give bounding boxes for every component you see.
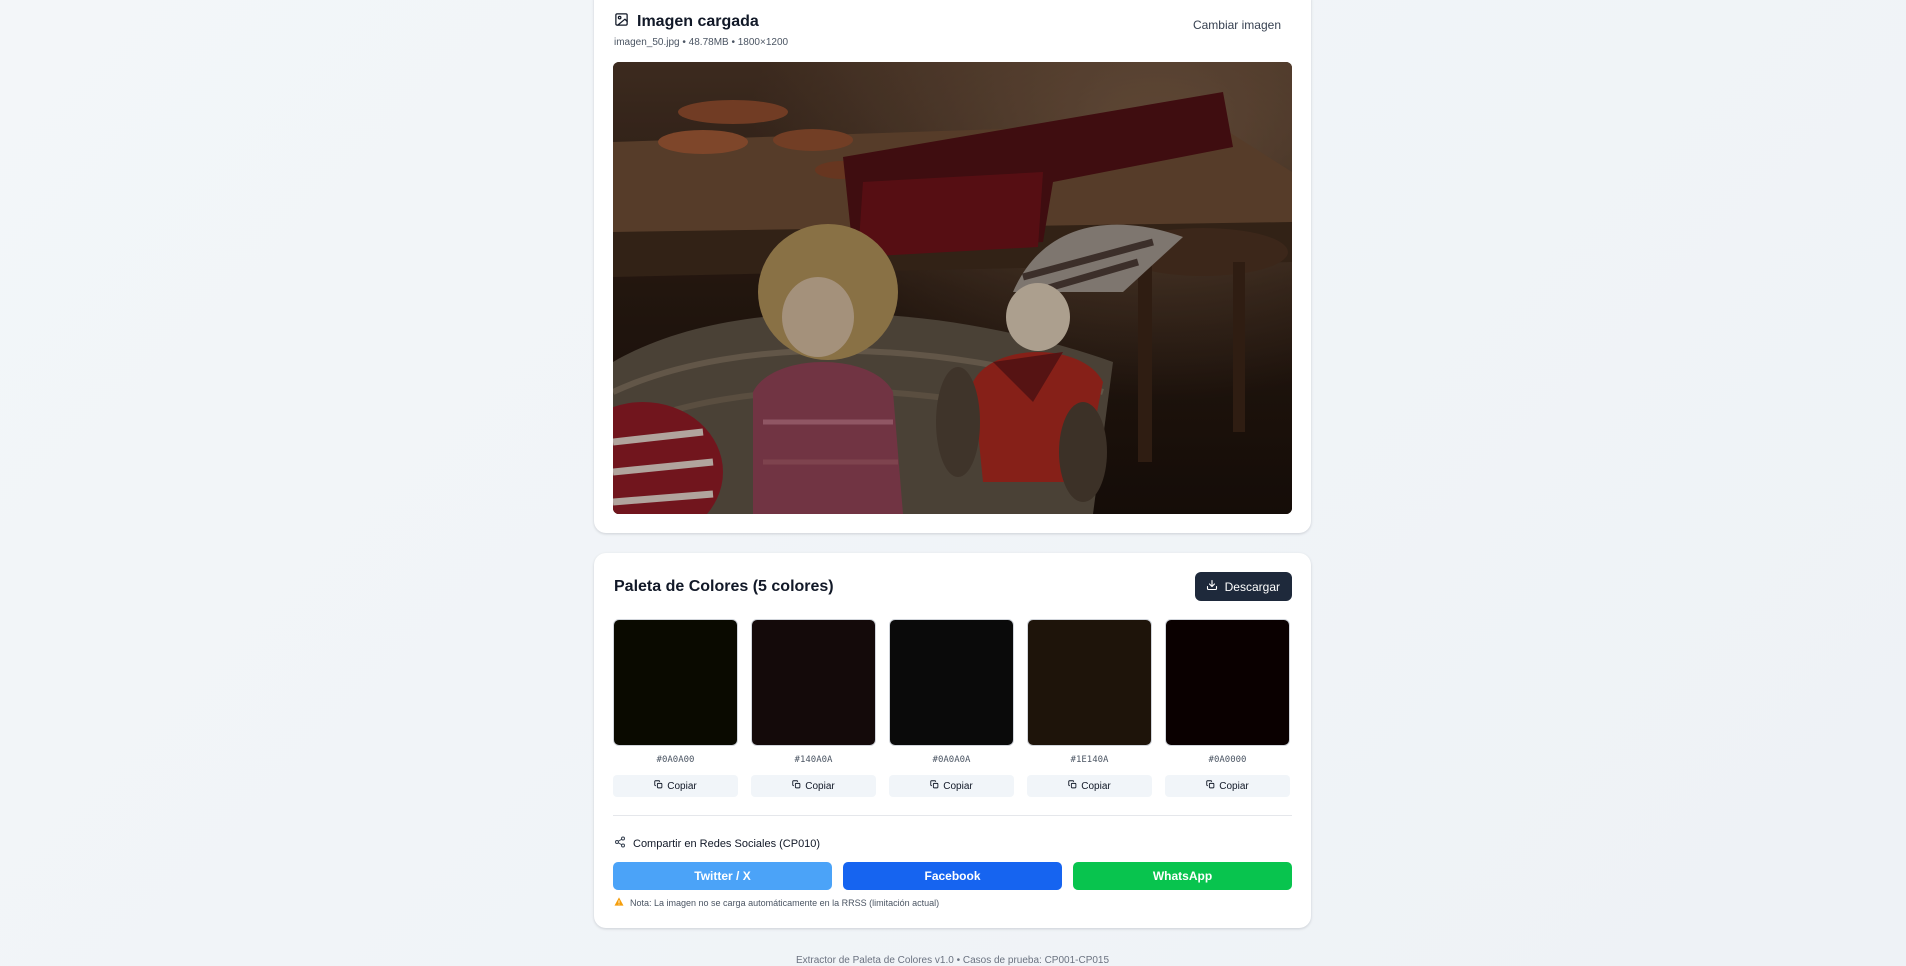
copy-icon xyxy=(930,780,939,792)
uploaded-image-preview xyxy=(613,62,1292,514)
palette-color-item: #0A0000 Copiar xyxy=(1165,619,1290,797)
copy-icon xyxy=(1068,780,1077,792)
copy-color-button[interactable]: Copiar xyxy=(889,775,1014,797)
image-icon xyxy=(614,12,629,32)
social-share-buttons: Twitter / X Facebook WhatsApp xyxy=(613,862,1292,890)
copy-icon xyxy=(792,780,801,792)
twitter-share-button[interactable]: Twitter / X xyxy=(613,862,832,890)
copy-color-button[interactable]: Copiar xyxy=(613,775,738,797)
share-note: Nota: La imagen no se carga automáticame… xyxy=(614,897,939,908)
download-icon xyxy=(1206,579,1218,594)
copy-button-label: Copiar xyxy=(943,780,973,792)
color-swatch[interactable] xyxy=(751,619,876,746)
color-swatch[interactable] xyxy=(889,619,1014,746)
warning-icon xyxy=(614,897,624,908)
palette-color-item: #1E140A Copiar xyxy=(1027,619,1152,797)
palette-color-item: #0A0A0A Copiar xyxy=(889,619,1014,797)
palette-swatches: #0A0A00 Copiar #140A0A Copiar #0A0A0A Co… xyxy=(613,619,1292,797)
palette-card: Paleta de Colores (5 colores) Descargar … xyxy=(594,553,1311,928)
palette-title: Paleta de Colores (5 colores) xyxy=(614,578,834,595)
palette-color-item: #0A0A00 Copiar xyxy=(613,619,738,797)
facebook-share-button[interactable]: Facebook xyxy=(843,862,1062,890)
color-swatch[interactable] xyxy=(613,619,738,746)
copy-color-button[interactable]: Copiar xyxy=(751,775,876,797)
color-hex-label: #1E140A xyxy=(1070,755,1109,765)
color-hex-label: #140A0A xyxy=(794,755,833,765)
download-button[interactable]: Descargar xyxy=(1194,572,1292,601)
color-hex-label: #0A0000 xyxy=(1208,755,1247,765)
image-card-title: Imagen cargada xyxy=(637,13,759,30)
color-hex-label: #0A0A0A xyxy=(932,755,971,765)
copy-button-label: Copiar xyxy=(1081,780,1111,792)
copy-color-button[interactable]: Copiar xyxy=(1027,775,1152,797)
change-image-button[interactable]: Cambiar imagen xyxy=(1193,18,1281,32)
download-button-label: Descargar xyxy=(1224,579,1280,594)
image-card: Imagen cargada imagen_50.jpg • 48.78MB •… xyxy=(594,0,1311,533)
copy-button-label: Copiar xyxy=(667,780,697,792)
share-section-header: Compartir en Redes Sociales (CP010) xyxy=(614,836,820,851)
copy-button-label: Copiar xyxy=(805,780,835,792)
palette-color-item: #140A0A Copiar xyxy=(751,619,876,797)
color-hex-label: #0A0A00 xyxy=(656,755,695,765)
whatsapp-share-button[interactable]: WhatsApp xyxy=(1073,862,1292,890)
image-file-meta: imagen_50.jpg • 48.78MB • 1800×1200 xyxy=(614,37,789,48)
section-divider xyxy=(613,815,1292,816)
color-swatch[interactable] xyxy=(1165,619,1290,746)
page-footer: Extractor de Paleta de Colores v1.0 • Ca… xyxy=(795,955,1110,966)
copy-icon xyxy=(1206,780,1215,792)
color-swatch[interactable] xyxy=(1027,619,1152,746)
copy-color-button[interactable]: Copiar xyxy=(1165,775,1290,797)
share-section-label: Compartir en Redes Sociales (CP010) xyxy=(633,837,821,850)
palette-header: Paleta de Colores (5 colores) Descargar xyxy=(614,572,1292,602)
copy-icon xyxy=(654,780,663,792)
image-card-header: Imagen cargada imagen_50.jpg • 48.78MB •… xyxy=(614,12,1291,52)
share-icon xyxy=(614,836,626,851)
share-note-text: Nota: La imagen no se carga automáticame… xyxy=(630,897,940,908)
copy-button-label: Copiar xyxy=(1219,780,1249,792)
